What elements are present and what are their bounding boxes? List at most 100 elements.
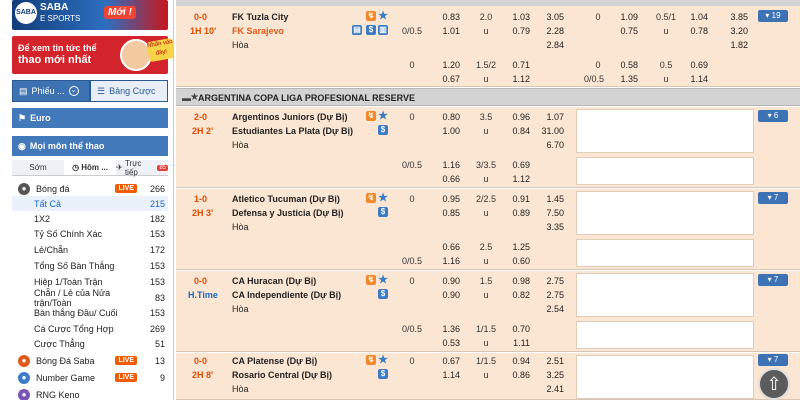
odds-value[interactable]: 31.00 <box>532 126 564 136</box>
odds-value[interactable]: 0.78 <box>676 26 708 36</box>
chart-icon[interactable]: ▥ <box>378 25 388 35</box>
euro-section[interactable]: ⚑ Euro <box>12 108 168 128</box>
odds-value[interactable]: 0.91 <box>498 194 530 204</box>
market-item[interactable]: 1X2 182 <box>12 211 168 226</box>
score-icon[interactable]: $ <box>378 289 388 299</box>
odds-value[interactable]: 0.95 <box>428 194 460 204</box>
odds-value[interactable]: 1.12 <box>498 74 530 84</box>
all-sports-section[interactable]: ◉ Mọi môn thể thao <box>12 136 168 156</box>
league-header[interactable]: ▬ ★ ARGENTINA COPA LIGA PROFESIONAL RESE… <box>176 88 800 106</box>
odds-value[interactable]: 1.04 <box>676 12 708 22</box>
stats-icon[interactable]: ↯ <box>366 275 376 285</box>
odds-value[interactable]: 0.66 <box>428 242 460 252</box>
odds-value[interactable]: 2.75 <box>532 290 564 300</box>
market-item-all[interactable]: Tất Cả 215 <box>12 196 168 211</box>
more-bets-button[interactable]: ▾ 7 <box>758 192 788 204</box>
odds-value[interactable]: 1.07 <box>532 112 564 122</box>
odds-value[interactable]: 1.12 <box>498 174 530 184</box>
odds-value[interactable]: 2.54 <box>532 304 564 314</box>
odds-value[interactable]: 3.85 <box>716 12 748 22</box>
odds-value[interactable]: 3.20 <box>716 26 748 36</box>
more-bets-button[interactable]: ▾ 6 <box>758 110 788 122</box>
stats-icon[interactable]: ↯ <box>366 111 376 121</box>
odds-value[interactable]: 0.53 <box>428 338 460 348</box>
odds-value[interactable]: 1.14 <box>428 370 460 380</box>
odds-value[interactable]: 0.80 <box>428 112 460 122</box>
odds-value[interactable]: 1.00 <box>428 126 460 136</box>
odds-value[interactable]: 0.60 <box>498 256 530 266</box>
more-bets-button[interactable]: ▾ 7 <box>758 274 788 286</box>
odds-value[interactable]: 1.01 <box>428 26 460 36</box>
odds-value[interactable]: 2.75 <box>532 276 564 286</box>
odds-value[interactable]: 1.11 <box>498 338 530 348</box>
odds-value[interactable]: 0.83 <box>428 12 460 22</box>
odds-value[interactable]: 0.67 <box>428 74 460 84</box>
news-banner[interactable]: Để xem tin tức thể thao mới nhất Nhấn và… <box>12 36 173 74</box>
subtab-early[interactable]: Sớm <box>12 160 64 175</box>
sport-item-soccer[interactable]: ● Bóng đá LIVE 266 <box>12 181 168 196</box>
odds-value[interactable]: 0.67 <box>428 356 460 366</box>
odds-value[interactable]: 1.82 <box>716 40 748 50</box>
subtab-today[interactable]: ◷ Hôm ... <box>64 160 116 175</box>
odds-value[interactable]: 1.35 <box>606 74 638 84</box>
tab-bet-slip[interactable]: ▤ Phiếu ... ⌄ <box>12 80 90 102</box>
more-bets-button[interactable]: ▾ 7 <box>758 354 788 366</box>
odds-value[interactable]: 0.86 <box>498 370 530 380</box>
saba-esports-banner[interactable]: SABA SABA E SPORTS Mới ! <box>12 0 168 30</box>
more-bets-button[interactable]: ▾ 19 <box>758 10 788 22</box>
score-icon[interactable]: $ <box>378 125 388 135</box>
tab-bet-list[interactable]: ☰ Bảng Cược <box>90 80 168 102</box>
odds-value[interactable]: 1.03 <box>498 12 530 22</box>
market-item[interactable]: Chẵn / Lẻ của Nửa trận/Toàn 83 <box>12 288 168 308</box>
odds-value[interactable]: 0.70 <box>498 324 530 334</box>
odds-value[interactable]: 6.70 <box>532 140 564 150</box>
sport-item-number-game[interactable]: ● Number Game LIVE 9 <box>12 370 168 385</box>
market-item[interactable]: Lẻ/Chẵn 172 <box>12 242 168 257</box>
odds-value[interactable]: 7.50 <box>532 208 564 218</box>
market-item[interactable]: Tổng Số Bàn Thắng 153 <box>12 258 168 273</box>
odds-value[interactable]: 0.90 <box>428 290 460 300</box>
odds-value[interactable]: 0.69 <box>498 160 530 170</box>
odds-value[interactable]: 0.96 <box>498 112 530 122</box>
odds-value[interactable]: 2.51 <box>532 356 564 366</box>
market-item[interactable]: Cá Cược Tổng Hợp 269 <box>12 321 168 336</box>
odds-value[interactable]: 1.36 <box>428 324 460 334</box>
stats-icon[interactable]: ↯ <box>366 11 376 21</box>
odds-value[interactable]: 0.82 <box>498 290 530 300</box>
scroll-to-top-button[interactable]: ⇧ <box>758 368 790 400</box>
favorite-star-icon[interactable]: ★ <box>378 355 388 366</box>
market-item[interactable]: Cược Thẳng 51 <box>12 336 168 351</box>
market-item[interactable]: Bàn thắng Đầu/ Cuối 153 <box>12 305 168 320</box>
odds-value[interactable]: 0.84 <box>498 126 530 136</box>
score-icon[interactable]: $ <box>378 207 388 217</box>
odds-value[interactable]: 0.89 <box>498 208 530 218</box>
odds-value[interactable]: 0.75 <box>606 26 638 36</box>
odds-value[interactable]: 1.25 <box>498 242 530 252</box>
odds-value[interactable]: 2.84 <box>532 40 564 50</box>
favorite-star-icon[interactable]: ★ <box>378 11 388 22</box>
odds-value[interactable]: 0.90 <box>428 276 460 286</box>
odds-value[interactable]: 0.71 <box>498 60 530 70</box>
market-item[interactable]: Tỷ Số Chính Xác 153 <box>12 226 168 241</box>
favorite-star-icon[interactable]: ★ <box>378 111 388 122</box>
live-stream-icon[interactable]: ▤ <box>352 25 362 35</box>
odds-value[interactable]: 0.66 <box>428 174 460 184</box>
stats-icon[interactable]: ↯ <box>366 355 376 365</box>
odds-value[interactable]: 0.58 <box>606 60 638 70</box>
odds-value[interactable]: 1.16 <box>428 160 460 170</box>
odds-value[interactable]: 1.20 <box>428 60 460 70</box>
subtab-live[interactable]: ✈ Trực tiếp 85 <box>116 159 168 177</box>
odds-value[interactable]: 1.16 <box>428 256 460 266</box>
odds-value[interactable]: 1.45 <box>532 194 564 204</box>
odds-value[interactable]: 0.69 <box>676 60 708 70</box>
favorite-star-icon[interactable]: ★ <box>378 275 388 286</box>
odds-value[interactable]: 3.05 <box>532 12 564 22</box>
score-icon[interactable]: $ <box>378 369 388 379</box>
odds-value[interactable]: 0.79 <box>498 26 530 36</box>
odds-value[interactable]: 1.14 <box>676 74 708 84</box>
odds-value[interactable]: 3.35 <box>532 222 564 232</box>
stats-icon[interactable]: ↯ <box>366 193 376 203</box>
odds-value[interactable]: 0.98 <box>498 276 530 286</box>
odds-value[interactable]: 2.28 <box>532 26 564 36</box>
odds-value[interactable]: 0.94 <box>498 356 530 366</box>
